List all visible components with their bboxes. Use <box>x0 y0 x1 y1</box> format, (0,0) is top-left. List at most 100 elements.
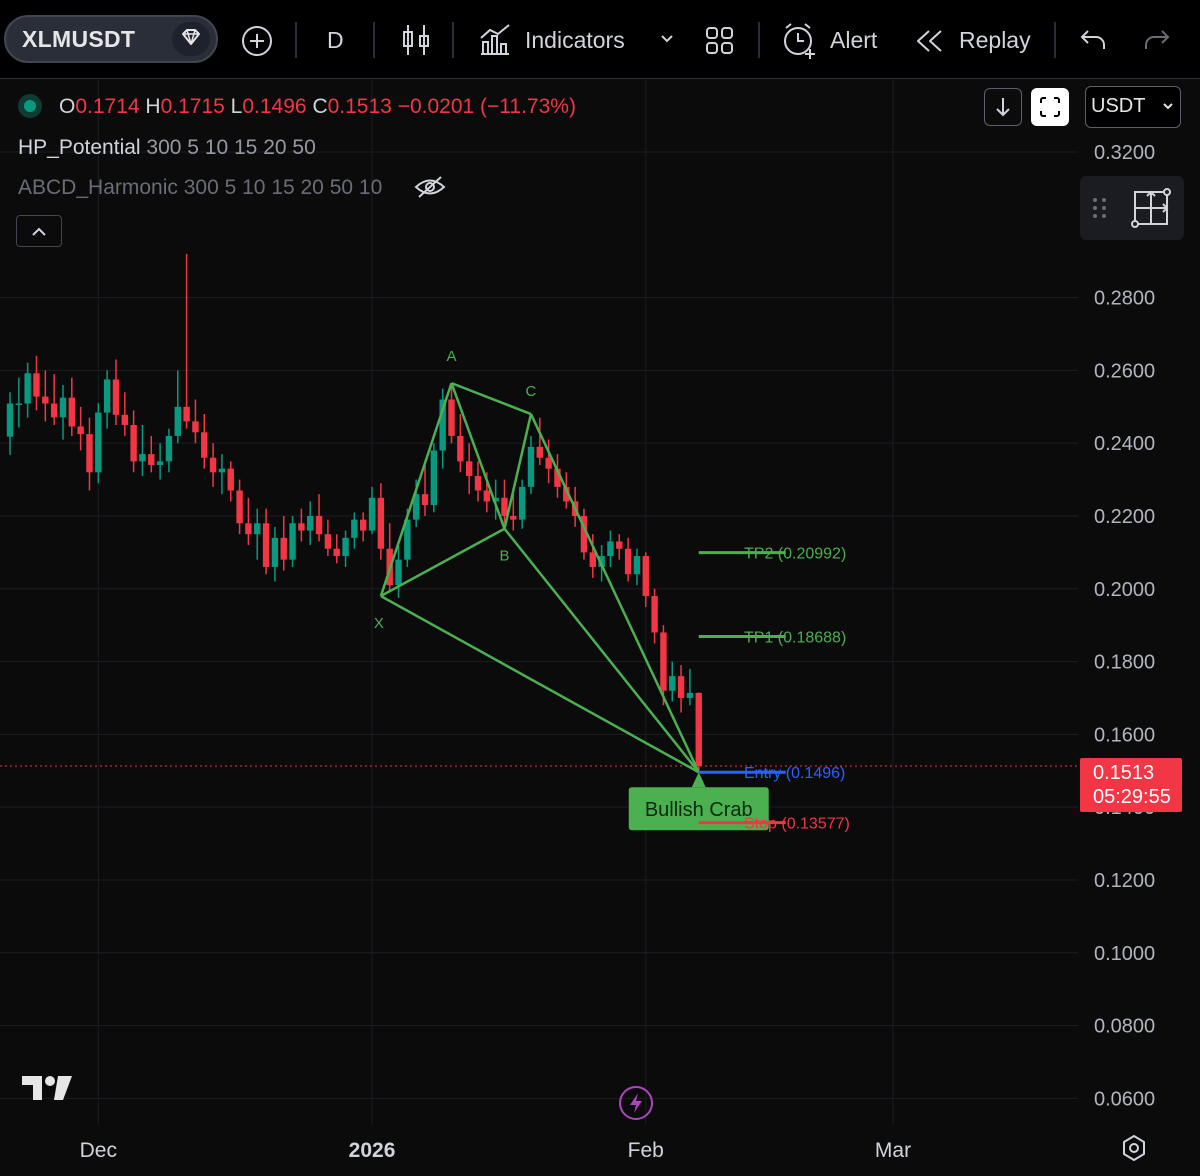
indicator-hp-potential[interactable]: HP_Potential 300 5 10 15 20 50 <box>18 136 316 160</box>
candle-body <box>589 552 596 567</box>
level-label: Entry (0.1496) <box>744 765 845 782</box>
price-tick-label: 0.1000 <box>1094 943 1155 965</box>
candle-body <box>483 490 491 502</box>
chevron-down-icon[interactable] <box>1161 100 1175 112</box>
candle-body <box>624 548 632 575</box>
close-label: C <box>312 95 328 118</box>
open-label: O <box>59 95 76 118</box>
candle <box>368 486 376 535</box>
candle-body <box>130 424 137 462</box>
candle-body <box>236 490 243 524</box>
candle-body <box>510 515 517 520</box>
candle <box>669 661 676 702</box>
indicator-abcd-harmonic[interactable]: ABCD_Harmonic 300 5 10 15 20 50 10 <box>18 176 382 200</box>
time-axis: Dec 2026 Feb Mar <box>80 1139 911 1162</box>
ohlc-legend: O0.1714 H0.1715 L0.1496 C0.1513 −0.0201 … <box>59 95 576 119</box>
candle-body <box>209 457 217 473</box>
candle-body <box>474 475 482 491</box>
candle <box>15 377 23 428</box>
candle <box>156 443 164 480</box>
candle-body <box>360 519 367 531</box>
candle <box>651 588 658 644</box>
candle <box>677 665 685 713</box>
pattern-point-label: X <box>374 615 384 632</box>
candle <box>695 692 702 773</box>
level-label: TP2 (0.20992) <box>744 546 846 563</box>
settings-gear-icon[interactable] <box>1120 1134 1148 1162</box>
candle-body <box>695 692 702 767</box>
collapse-legend-button[interactable] <box>16 215 62 247</box>
price-tick-label: 0.3200 <box>1094 142 1155 164</box>
candle <box>245 497 252 546</box>
candle-body <box>298 523 305 531</box>
indicator-params: 300 5 10 15 20 50 10 <box>183 176 383 199</box>
candle <box>201 414 208 469</box>
candle <box>192 399 199 444</box>
pattern-point-label: C <box>526 383 537 400</box>
open-value: 0.1714 <box>75 95 140 118</box>
candle <box>218 454 226 495</box>
price-tick-label: 0.2600 <box>1094 360 1155 382</box>
candle-body <box>501 497 508 516</box>
candle <box>465 443 473 495</box>
drawing-tool-panel[interactable] <box>1080 176 1184 240</box>
lightning-icon[interactable] <box>618 1085 654 1121</box>
candle-body <box>15 403 23 406</box>
candle <box>642 552 649 607</box>
tradingview-logo-icon[interactable] <box>20 1074 74 1102</box>
candle <box>86 417 93 491</box>
candle-body <box>448 399 455 436</box>
indicator-name: HP_Potential <box>18 136 141 159</box>
candle-body <box>342 537 349 557</box>
candle <box>616 534 623 560</box>
candle-body <box>651 596 658 633</box>
candle <box>518 479 526 529</box>
market-status-icon[interactable] <box>18 94 42 118</box>
candle-body <box>677 676 685 698</box>
close-value: 0.1513 <box>327 95 392 118</box>
time-tick-label: 2026 <box>349 1139 396 1162</box>
candle <box>148 435 155 473</box>
measure-tool-icon <box>1131 188 1171 228</box>
candle <box>351 512 358 549</box>
candle-body <box>174 406 181 436</box>
candle-body <box>377 497 385 549</box>
fullscreen-button[interactable] <box>1031 88 1069 126</box>
candle-body <box>262 523 270 567</box>
candle-body <box>368 497 376 531</box>
candle <box>130 410 137 473</box>
candle <box>474 461 482 502</box>
candle <box>236 479 243 535</box>
change-value: −0.0201 (−11.73%) <box>397 95 576 118</box>
candle-body <box>430 450 438 506</box>
candle-body <box>518 486 526 520</box>
time-tick-label: Feb <box>628 1139 664 1162</box>
pattern-point-label: B <box>499 548 509 565</box>
candle-body <box>183 406 190 422</box>
chevron-up-icon <box>32 227 46 236</box>
candle-body <box>59 397 67 418</box>
bar-countdown: 05:29:55 <box>1093 786 1171 808</box>
candle <box>77 406 84 451</box>
candle-body <box>24 373 31 404</box>
candle-body <box>395 559 402 586</box>
candle <box>103 370 111 429</box>
last-price-tag: 0.1513 05:29:55 <box>1080 758 1182 812</box>
candle <box>6 392 14 455</box>
candle-body <box>271 537 279 567</box>
candle <box>527 435 535 495</box>
eye-crossed-icon[interactable] <box>414 174 446 200</box>
candle-body <box>351 519 358 538</box>
candle-body <box>465 461 473 476</box>
candle-body <box>527 446 535 487</box>
time-tick-label: Dec <box>80 1139 117 1162</box>
candle-body <box>50 403 58 418</box>
candle-body <box>660 632 667 691</box>
price-tick-label: 0.2400 <box>1094 433 1155 455</box>
candle <box>430 443 438 513</box>
candle <box>289 515 296 567</box>
low-value: 0.1496 <box>242 95 307 118</box>
scroll-down-button[interactable] <box>984 88 1022 126</box>
candle-body <box>315 515 323 535</box>
candle-body <box>201 432 208 458</box>
